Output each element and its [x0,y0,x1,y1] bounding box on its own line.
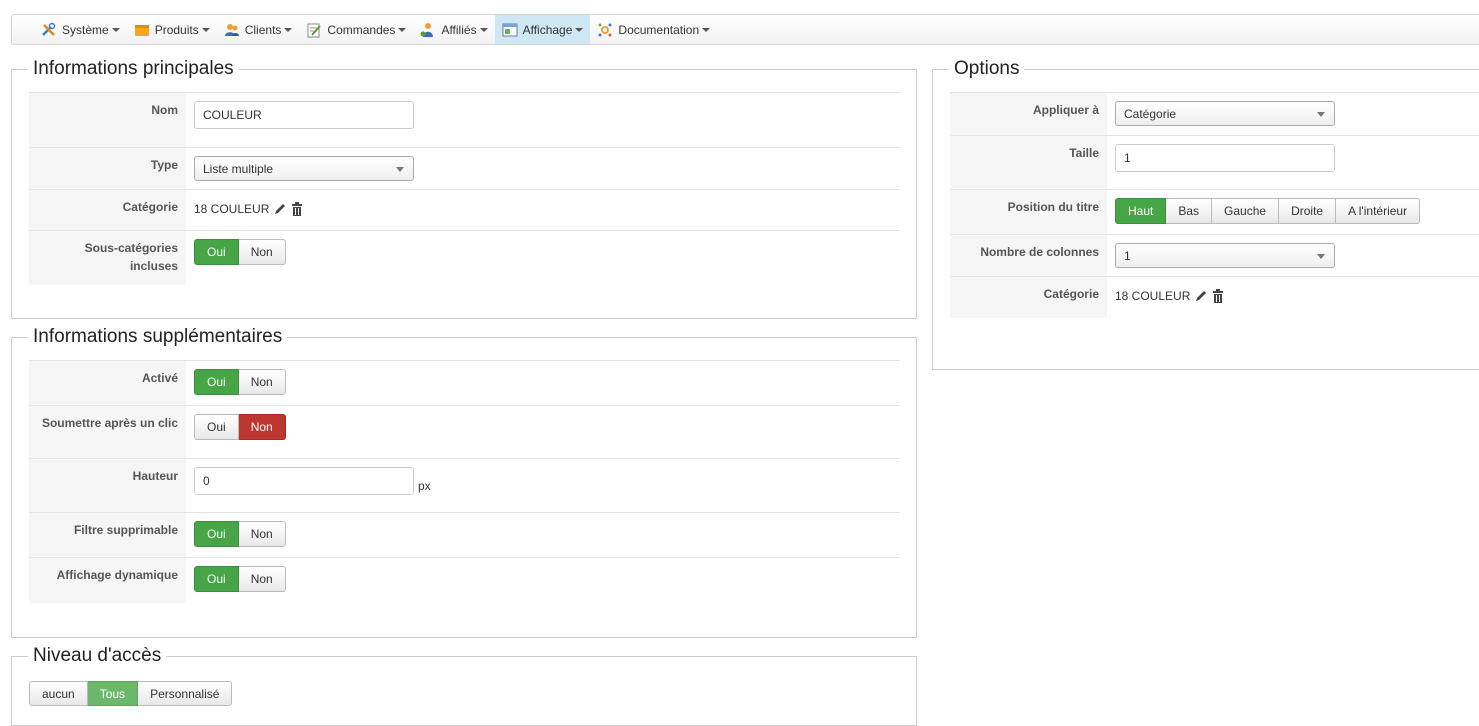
menu-systeme-label: Système [62,22,109,37]
trash-icon[interactable] [1212,289,1224,303]
affiliates-icon [420,22,436,38]
dynamic-label: Affichage dynamique [29,557,186,603]
menu-documentation-label: Documentation [618,22,700,37]
colonnes-select-value: 1 [1124,249,1131,263]
active-non-button[interactable]: Non [238,369,286,395]
appliquer-label: Appliquer à [950,92,1107,136]
main-info-fieldset: Informations principales Nom Type Liste … [11,58,917,319]
menu-systeme[interactable]: Système [34,15,127,44]
taille-label: Taille [950,135,1107,190]
sous-categories-toggle: Oui Non [194,239,286,265]
submit-click-toggle: Oui Non [194,414,286,440]
edit-pencil-icon[interactable] [273,202,287,216]
appliquer-select-value: Catégorie [1124,107,1177,121]
menu-affichage-label: Affichage [522,22,573,37]
trash-icon[interactable] [291,202,303,216]
submit-click-non-button[interactable]: Non [238,414,286,440]
products-icon [134,22,150,38]
chevron-down-icon [201,27,210,32]
sous-categories-oui-button[interactable]: Oui [194,239,239,265]
appliquer-select[interactable]: Catégorie [1115,101,1335,126]
position-droite-button[interactable]: Droite [1279,198,1337,224]
menu-clients[interactable]: Clients [217,15,300,44]
menu-affilies[interactable]: Affiliés [413,15,494,44]
dropdown-arrow-icon [1317,112,1325,117]
filtre-label: Filtre supprimable [29,512,186,558]
menu-affichage[interactable]: Affichage [494,15,591,44]
position-bas-button[interactable]: Bas [1166,198,1213,224]
sous-categories-label: Sous-catégories incluses [29,230,186,285]
active-label: Activé [29,360,186,406]
chevron-down-icon [702,27,711,32]
dynamic-oui-button[interactable]: Oui [194,566,239,592]
position-titre-label: Position du titre [950,189,1107,235]
documentation-icon [597,22,613,38]
type-select[interactable]: Liste multiple [194,156,414,181]
chevron-down-icon [111,27,120,32]
filtre-oui-button[interactable]: Oui [194,521,239,547]
nom-input[interactable] [194,101,414,129]
position-gauche-button[interactable]: Gauche [1212,198,1280,224]
type-select-value: Liste multiple [203,162,274,176]
menu-documentation[interactable]: Documentation [590,15,717,44]
chevron-down-icon [479,27,488,32]
colonnes-label: Nombre de colonnes [950,234,1107,277]
access-legend: Niveau d'accès [28,645,167,667]
tools-icon [41,22,57,38]
dropdown-arrow-icon [396,167,404,172]
menu-clients-label: Clients [244,22,282,37]
dropdown-arrow-icon [1317,254,1325,259]
chevron-down-icon [398,27,407,32]
categorie-label: Catégorie [29,189,186,231]
filtre-non-button[interactable]: Non [238,521,286,547]
display-icon [502,22,518,38]
menu-commandes-label: Commandes [327,22,396,37]
filtre-toggle: Oui Non [194,521,286,547]
options-fieldset: Options Appliquer à Catégorie Taille Pos… [932,58,1479,370]
main-info-legend: Informations principales [28,58,239,80]
nom-label: Nom [29,92,186,148]
active-oui-button[interactable]: Oui [194,369,239,395]
dynamic-toggle: Oui Non [194,566,286,592]
hauteur-label: Hauteur [29,458,186,513]
options-legend: Options [949,58,1025,80]
menu-affilies-label: Affiliés [441,22,477,37]
access-personnalise-button[interactable]: Personnalisé [138,681,233,706]
colonnes-select[interactable]: 1 [1115,243,1335,268]
access-aucun-button[interactable]: aucun [29,681,88,706]
menu-produits-label: Produits [154,22,199,37]
options-table: Appliquer à Catégorie Taille Position du… [950,92,1479,318]
position-titre-group: Haut Bas Gauche Droite A l'intérieur [1115,198,1421,224]
categorie-value: 18 COULEUR [194,202,270,216]
users-icon [224,22,240,38]
active-toggle: Oui Non [194,369,286,395]
extra-info-table: Activé Oui Non Soumettre après un clic O… [29,360,900,603]
hauteur-input[interactable] [194,467,414,495]
dynamic-non-button[interactable]: Non [238,566,286,592]
taille-input[interactable] [1115,144,1335,172]
chevron-down-icon [575,27,584,32]
position-haut-button[interactable]: Haut [1115,198,1167,224]
hauteur-unit: px [418,479,431,493]
extra-info-legend: Informations supplémentaires [28,326,288,348]
main-info-table: Nom Type Liste multiple Catégorie 18 COU… [29,92,900,285]
orders-icon [306,22,322,38]
edit-pencil-icon[interactable] [1194,289,1208,303]
menu-commandes[interactable]: Commandes [299,15,413,44]
access-tous-button[interactable]: Tous [87,681,139,706]
chevron-down-icon [284,27,293,32]
submit-click-label: Soumettre après un clic [29,405,186,459]
extra-info-fieldset: Informations supplémentaires Activé Oui … [11,326,917,638]
access-fieldset: Niveau d'accès aucun Tous Personnalisé [11,645,917,726]
access-level-group: aucun Tous Personnalisé [29,681,233,706]
position-interieur-button[interactable]: A l'intérieur [1336,198,1421,224]
menu-produits[interactable]: Produits [127,15,217,44]
sous-categories-non-button[interactable]: Non [238,239,286,265]
type-label: Type [29,147,186,190]
options-categorie-value: 18 COULEUR [1115,289,1191,303]
main-menu-bar: Système Produits Clients Commandes Affil… [11,14,1479,45]
submit-click-oui-button[interactable]: Oui [194,414,239,440]
options-categorie-label: Catégorie [950,276,1107,318]
